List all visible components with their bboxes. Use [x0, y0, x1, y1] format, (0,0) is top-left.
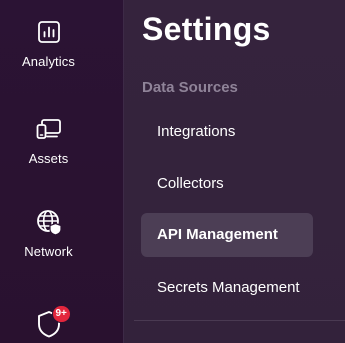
rail-item-analytics[interactable]: Analytics: [0, 18, 97, 69]
icon-rail: Analytics Assets Network 9+: [0, 0, 123, 343]
page-title: Settings: [142, 11, 271, 47]
section-heading-data-sources: Data Sources: [142, 79, 238, 96]
analytics-icon: [35, 18, 63, 46]
rail-item-network[interactable]: Network: [0, 208, 97, 259]
menu-item-integrations[interactable]: Integrations: [141, 110, 313, 154]
shield-icon: 9+: [35, 305, 71, 338]
rail-item-shield[interactable]: 9+: [0, 305, 97, 338]
menu-item-secrets-management[interactable]: Secrets Management: [141, 266, 313, 310]
panel-divider: [134, 320, 345, 321]
assets-icon: [35, 115, 63, 143]
app-window: Analytics Assets Network 9+ Settings Dat…: [0, 0, 345, 343]
rail-item-label: Assets: [28, 151, 69, 166]
rail-item-assets[interactable]: Assets: [0, 115, 97, 166]
notification-badge: 9+: [51, 305, 71, 323]
menu-item-api-management[interactable]: API Management: [141, 213, 313, 257]
menu-item-collectors[interactable]: Collectors: [141, 162, 313, 206]
network-globe-icon: [35, 208, 63, 236]
rail-item-label: Network: [24, 244, 73, 259]
settings-panel: Settings Data Sources Integrations Colle…: [124, 0, 345, 343]
rail-item-label: Analytics: [22, 54, 75, 69]
